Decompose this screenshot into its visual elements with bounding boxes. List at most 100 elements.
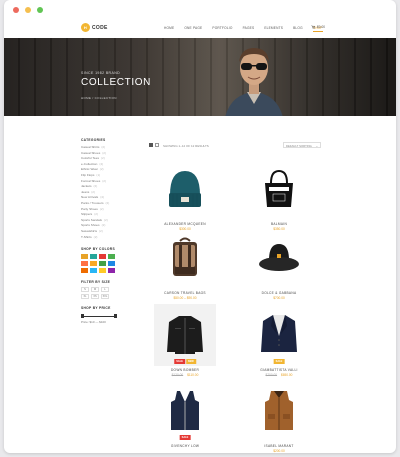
color-swatch[interactable] [90,261,97,267]
old-price: $700.00 [265,373,278,377]
size-option[interactable]: L [101,287,109,293]
new-badge: NEW [185,359,196,364]
category-count: (2) [105,200,110,205]
maximize-dot[interactable] [37,7,43,13]
color-swatch[interactable] [81,254,88,260]
product-card[interactable]: ISABEL MARANT $200.00 [248,380,310,453]
badge-group: SALE [273,359,285,364]
size-option[interactable]: XS [91,294,99,300]
product-card[interactable]: SALE GIAMBATTISTA VALLI $700.00 $650.00 [248,304,310,377]
color-swatch[interactable] [108,254,115,260]
price-heading: SHOP BY PRICE [81,306,111,311]
color-swatches [81,254,121,274]
size-filter: S M L XL XS XXL [81,287,121,300]
menu-item-home[interactable]: HOME [164,26,174,32]
product-image[interactable] [154,158,216,220]
chevron-down-icon: ⌄ [315,144,318,148]
color-swatch[interactable] [81,261,88,267]
logo-text: CODE [92,24,108,31]
badge-group: SALE NEW [174,359,196,364]
size-option[interactable]: XXL [101,294,109,300]
product-card[interactable]: BALMAIN $350.00 [248,158,310,231]
product-name[interactable]: DOWN BOMBER [154,368,216,372]
slider-fill [81,315,117,317]
product-image[interactable]: SALE NEW [154,304,216,366]
sale-badge: SALE [174,359,185,364]
list-view-icon[interactable] [155,143,159,147]
product-price: $120.00 $110.00 [154,373,216,377]
product-card[interactable]: ALEXANDER MCQUEEN $300.00 [154,158,216,231]
product-name[interactable]: ISABEL MARANT [248,444,310,448]
product-image[interactable]: SALE [248,304,310,366]
product-name[interactable]: ALEXANDER MCQUEEN [154,222,216,226]
product-card[interactable]: CARSON TRAVEL BAGS $50.00 – $90.00 [154,227,216,300]
menu-item-elements[interactable]: ELEMENTS [264,26,283,32]
current-price: $200.00 [273,449,285,453]
color-swatch[interactable] [99,254,106,260]
shop-toolbar: SHOWING 1–12 OF 12 RESULTS DEFAULT SORTI… [149,142,321,149]
size-option[interactable]: M [91,287,99,293]
cart-icon [311,25,316,29]
result-count: SHOWING 1–12 OF 12 RESULTS [163,143,209,148]
product-name[interactable]: DOLCE & GABBANA [248,291,310,295]
top-navigation: H CODE HOME ONE PAGE PORTFOLIO PAGES ELE… [4,20,396,38]
product-image[interactable] [248,227,310,289]
category-count: (2) [99,167,104,172]
product-card[interactable]: SALE NEW DOWN BOMBER $120.00 $110.00 [154,304,216,377]
product-name[interactable]: GIVENCHY LOW [154,444,216,448]
size-option[interactable]: S [81,287,89,293]
color-swatch[interactable] [90,268,97,274]
close-dot[interactable] [13,7,19,13]
product-name[interactable]: BALMAIN [248,222,310,226]
category-count: (2) [102,178,107,183]
color-swatch[interactable] [108,268,115,274]
bomber-jacket-image [167,316,203,354]
beanie-image [169,171,201,207]
product-image[interactable]: SALE [154,380,216,442]
brown-vest-image [265,391,293,430]
menu-item-one-page[interactable]: ONE PAGE [184,26,202,32]
product-card[interactable]: DOLCE & GABBANA $700.00 [248,227,310,300]
cart-button[interactable]: $0.00 [311,25,325,29]
current-price: $110.00 [187,373,199,377]
category-count: (2) [93,234,98,239]
current-price: $700.00 [273,296,285,300]
product-image[interactable] [248,380,310,442]
category-item[interactable]: T-Shirts (2) [81,235,121,241]
sort-select[interactable]: DEFAULT SORTING ⌄ [283,142,321,148]
menu-item-pages[interactable]: PAGES [243,26,255,32]
price-label: Price: $10 — $100 [81,320,106,325]
menu-item-portfolio[interactable]: PORTFOLIO [212,26,232,32]
slider-handle-min[interactable] [81,314,84,319]
color-swatch[interactable] [90,254,97,260]
current-price: $50.00 – $90.00 [173,296,197,300]
category-count: (2) [99,206,104,211]
vest-image [171,391,199,430]
grid-view-icon[interactable] [149,143,153,147]
model-photo [225,48,283,116]
menu-item-blog[interactable]: BLOG [293,26,303,32]
browser-window: H CODE HOME ONE PAGE PORTFOLIO PAGES ELE… [4,0,396,453]
logo[interactable]: H CODE [81,23,108,32]
color-swatch[interactable] [81,268,88,274]
slider-handle-max[interactable] [114,314,117,319]
color-swatch[interactable] [108,261,115,267]
product-image[interactable] [248,158,310,220]
product-name[interactable]: GIAMBATTISTA VALLI [248,368,310,372]
bucket-hat-image [259,244,299,271]
logo-mark: H [81,23,90,32]
product-price: $700.00 [248,296,310,300]
product-price: $200.00 [248,449,310,453]
product-image[interactable] [154,227,216,289]
price-slider[interactable] [81,314,117,319]
color-swatch[interactable] [99,268,106,274]
product-card[interactable]: SALE GIVENCHY LOW [154,380,216,448]
window-controls [13,7,43,13]
product-price: $50.00 – $90.00 [154,296,216,300]
minimize-dot[interactable] [25,7,31,13]
product-name[interactable]: CARSON TRAVEL BAGS [154,291,216,295]
breadcrumb[interactable]: HOME / COLLECTION [81,96,117,100]
color-swatch[interactable] [99,261,106,267]
size-option[interactable]: XL [81,294,89,300]
product-price: $700.00 $650.00 [248,373,310,377]
